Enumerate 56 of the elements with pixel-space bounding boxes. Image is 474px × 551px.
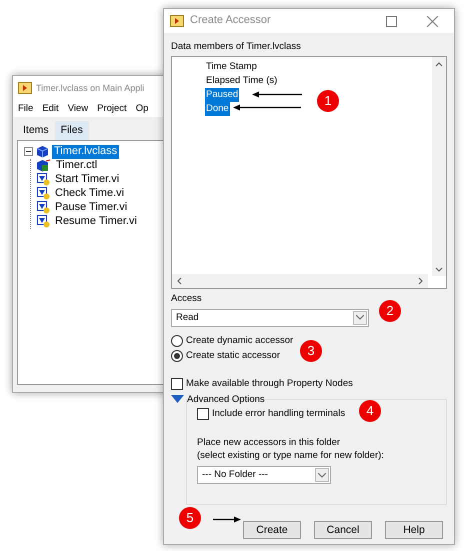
callout-arrow [252, 91, 302, 98]
radio-label: Create static accessor [186, 350, 280, 362]
tab[interactable]: Files [54, 121, 89, 140]
tree-item[interactable]: Pause Timer.vi [53, 201, 130, 215]
folder-dropdown[interactable]: --- No Folder --- [197, 466, 331, 484]
vi-icon [37, 173, 50, 186]
collapse-icon[interactable] [24, 147, 33, 156]
close-icon[interactable] [427, 16, 438, 26]
vi-icon [37, 187, 50, 200]
section-label: Advanced Options [187, 394, 265, 406]
vi-icon [37, 201, 50, 214]
menu-item[interactable]: Edit [42, 103, 59, 114]
window-title: Create Accessor [190, 14, 272, 28]
app-icon [18, 82, 32, 94]
dialog-button[interactable]: Help [385, 521, 443, 540]
menu-item[interactable]: Project [97, 103, 127, 114]
horizontal-scrollbar[interactable] [172, 274, 428, 288]
maximize-icon[interactable] [386, 16, 397, 26]
tree-item[interactable]: Timer.ctl [54, 159, 100, 173]
caret-icon [318, 472, 326, 478]
checkbox-label: Include error handling terminals [212, 408, 346, 420]
folder-label: Place new accessors in this folder (select existing or type name for new folder): [197, 436, 385, 462]
menu-item[interactable]: Op [136, 103, 148, 114]
tree-item[interactable]: Start Timer.vi [53, 173, 122, 187]
checkbox[interactable] [171, 378, 183, 390]
radio-label: Create dynamic accessor [186, 335, 294, 346]
window-title: Timer.lvclass on Main Appli [36, 82, 144, 94]
access-label: Access [171, 293, 203, 305]
dropdown-value: --- No Folder --- [202, 469, 268, 481]
vi-icon [37, 215, 50, 228]
tree-item[interactable]: Resume Timer.vi [53, 215, 139, 229]
disclosure-icon[interactable] [171, 394, 184, 404]
dialog-button[interactable]: Create [243, 521, 301, 540]
dialog-button[interactable]: Cancel [314, 521, 372, 540]
callout-arrow [213, 516, 241, 523]
list-item[interactable]: Time Stamp [205, 60, 258, 74]
app-icon [170, 15, 184, 27]
checkbox-label: Make available through Property Nodes [186, 378, 353, 390]
cube-icon [36, 145, 49, 158]
dropdown-value: Read [176, 312, 199, 324]
caret-icon [356, 315, 364, 320]
checkbox[interactable] [197, 408, 209, 420]
list-item[interactable]: Elapsed Time (s) [205, 74, 278, 88]
tree-item[interactable]: Check Time.vi [53, 187, 126, 201]
list-item[interactable]: Done [205, 102, 230, 116]
menu-item[interactable]: View [68, 103, 88, 114]
radio-button[interactable] [171, 334, 183, 347]
access-dropdown[interactable]: Read [171, 308, 369, 327]
menu-item[interactable]: File [18, 103, 34, 114]
vertical-scrollbar[interactable] [432, 57, 446, 276]
list-item[interactable]: Paused [205, 88, 240, 102]
control-icon [37, 159, 51, 172]
list-label: Data members of Timer.lvclass [171, 41, 302, 52]
callout-arrow [233, 104, 301, 111]
radio-button[interactable] [171, 350, 183, 362]
tree-item[interactable]: Timer.lvclass [52, 145, 120, 159]
